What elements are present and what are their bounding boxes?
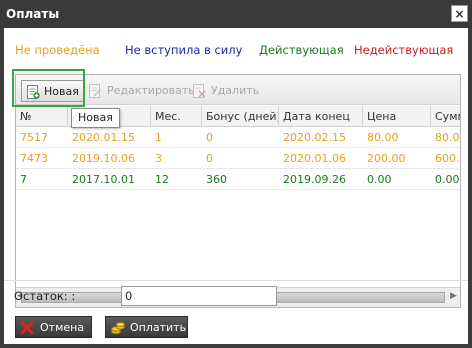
pay-button-label: Оплатить: [130, 321, 187, 334]
red-x-icon: [20, 321, 34, 335]
column-header-sum[interactable]: Сумма: [431, 106, 460, 127]
legend-not-in-effect: Не вступила в силу: [125, 43, 243, 57]
legend-inactive: Недействующая: [354, 43, 454, 57]
cell-months: 1: [155, 131, 162, 144]
cell-end-date: 2020.02.15: [283, 131, 346, 144]
title-bar[interactable]: Оплаты ×: [0, 0, 472, 28]
cell-price: 0.00: [367, 173, 392, 186]
column-header-number[interactable]: №: [16, 106, 68, 127]
cell-number: 7517: [20, 131, 48, 144]
cell-number: 7: [20, 173, 27, 186]
cell-sum: 0.00: [435, 173, 460, 186]
cell-start: 2017.10.01: [72, 173, 135, 186]
cell-price: 80.00: [367, 131, 399, 144]
cell-end-date: 2019.09.26: [283, 173, 346, 186]
divider: [4, 280, 468, 281]
cell-end-date: 2020.01.06: [283, 152, 346, 165]
cell-bonus: 0: [206, 131, 213, 144]
table-row[interactable]: 7 2017.10.01 12 360 2019.09.26 0.00 0.00: [16, 169, 460, 190]
column-header-months[interactable]: Мес.: [151, 106, 202, 127]
cancel-button-label: Отмена: [40, 321, 85, 334]
cell-start: 2020.01.15: [72, 131, 135, 144]
cell-months: 12: [155, 173, 169, 186]
table-row[interactable]: 7517 2020.01.15 1 0 2020.02.15 80.00 80.…: [16, 127, 460, 148]
cell-sum: 80.00: [435, 131, 460, 144]
new-button-label: Новая: [44, 85, 79, 98]
column-header-price[interactable]: Цена: [363, 106, 431, 127]
column-header-bonus[interactable]: Бонус (дней): [202, 106, 279, 127]
legend-active: Действующая: [259, 43, 344, 57]
legend-not-posted: Не проведёна: [15, 43, 100, 57]
cell-number: 7473: [20, 152, 48, 165]
close-button[interactable]: ×: [451, 5, 468, 22]
add-document-icon: [27, 85, 40, 99]
tooltip: Новая: [71, 108, 120, 128]
cell-sum: 600.00: [435, 152, 460, 165]
delete-button-label: Удалить: [211, 84, 260, 97]
close-icon: ×: [454, 7, 465, 21]
balance-field[interactable]: 0: [121, 286, 277, 306]
balance-label: Остаток: :: [14, 289, 76, 303]
cell-bonus: 360: [206, 173, 227, 186]
cell-bonus: 0: [206, 152, 213, 165]
edit-button-label: Редактировать: [107, 84, 195, 97]
window-body: Не проведёна Не вступила в силу Действую…: [4, 28, 468, 344]
window-title: Оплаты: [6, 7, 60, 21]
status-legend: Не проведёна Не вступила в силу Действую…: [4, 43, 468, 59]
cell-start: 2019.10.06: [72, 152, 135, 165]
pay-button[interactable]: Оплатить: [105, 316, 188, 338]
cancel-button[interactable]: Отмена: [15, 316, 92, 338]
table-row[interactable]: 7473 2019.10.06 3 0 2020.01.06 200.00 60…: [16, 148, 460, 169]
edit-document-icon: [89, 84, 102, 98]
new-button[interactable]: Новая: [21, 80, 85, 102]
scroll-right-icon[interactable]: ▶: [450, 291, 457, 301]
delete-document-icon: [193, 84, 206, 98]
coins-icon: [111, 322, 125, 335]
cell-months: 3: [155, 152, 162, 165]
column-header-end-date[interactable]: Дата конец: [279, 106, 363, 127]
payments-window: Оплаты × Не проведёна Не вступила в силу…: [0, 0, 472, 348]
grid-toolbar: Новая Редактировать Удалить: [16, 75, 460, 105]
cell-price: 200.00: [367, 152, 406, 165]
